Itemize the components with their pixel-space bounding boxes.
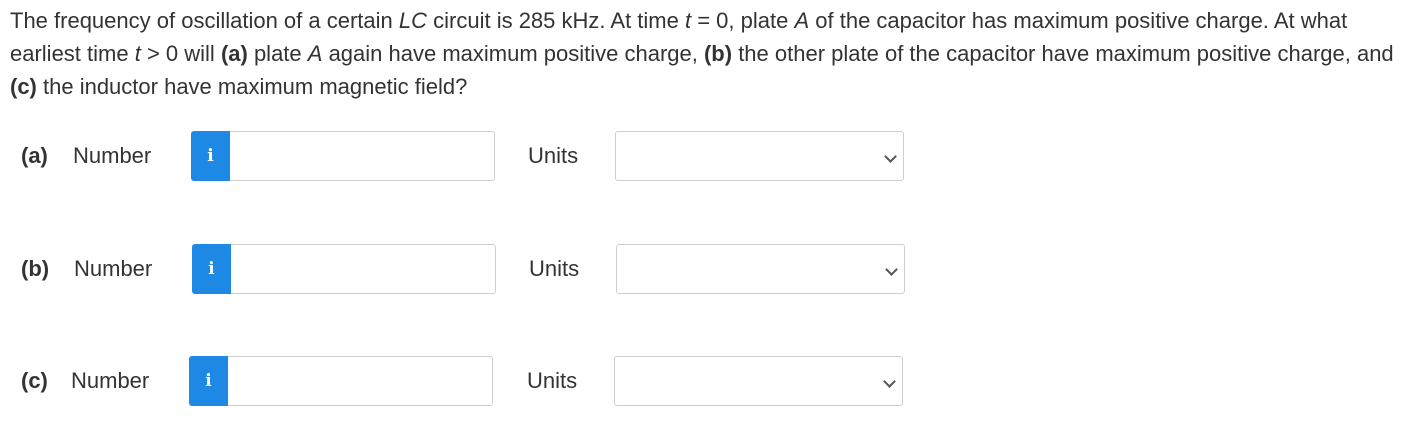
question-fragment: (a) xyxy=(220,41,248,66)
answer-row-b: (b) Number i Units xyxy=(0,244,1410,294)
number-label: Number xyxy=(74,256,153,281)
answer-row-c: (c) Number i Units xyxy=(0,356,1410,406)
number-input[interactable] xyxy=(230,131,495,181)
question-fragment: the other plate of the capacitor have ma… xyxy=(732,41,1394,66)
units-dropdown[interactable] xyxy=(615,131,904,181)
info-button[interactable]: i xyxy=(191,131,230,181)
question-fragment: LC xyxy=(398,8,428,33)
chevron-down-icon xyxy=(884,150,897,163)
chevron-down-icon xyxy=(885,263,898,276)
question-fragment: circuit is 285 kHz. At time xyxy=(427,8,685,33)
part-label: (a) xyxy=(21,143,48,168)
part-label: (b) xyxy=(21,256,50,281)
question-fragment: The frequency of oscillation of a certai… xyxy=(10,8,399,33)
question-fragment: A xyxy=(794,8,810,33)
info-icon: i xyxy=(208,259,215,279)
number-input[interactable] xyxy=(228,356,493,406)
chevron-down-icon xyxy=(883,375,896,388)
question-fragment: = 0, plate xyxy=(691,8,795,33)
answer-row-a: (a) Number i Units xyxy=(0,131,1410,181)
units-label: Units xyxy=(527,368,578,393)
question-fragment: (b) xyxy=(703,41,733,66)
info-button[interactable]: i xyxy=(192,244,231,294)
question-fragment: > 0 will xyxy=(140,41,221,66)
part-label: (c) xyxy=(21,368,48,393)
info-icon: i xyxy=(205,371,212,391)
number-label: Number xyxy=(71,368,150,393)
question-fragment: again have maximum positive charge, xyxy=(322,41,704,66)
units-dropdown[interactable] xyxy=(614,356,903,406)
number-label: Number xyxy=(73,143,152,168)
units-dropdown[interactable] xyxy=(616,244,905,294)
question-fragment: (c) xyxy=(10,74,37,99)
units-label: Units xyxy=(529,256,580,281)
units-label: Units xyxy=(528,143,579,168)
number-input[interactable] xyxy=(231,244,496,294)
question-fragment: plate xyxy=(247,41,308,66)
info-button[interactable]: i xyxy=(189,356,228,406)
question-fragment: A xyxy=(307,41,323,66)
info-icon: i xyxy=(207,146,214,166)
question-fragment: the inductor have maximum magnetic field… xyxy=(36,74,468,99)
question-text: The frequency of oscillation of a certai… xyxy=(10,4,1405,103)
